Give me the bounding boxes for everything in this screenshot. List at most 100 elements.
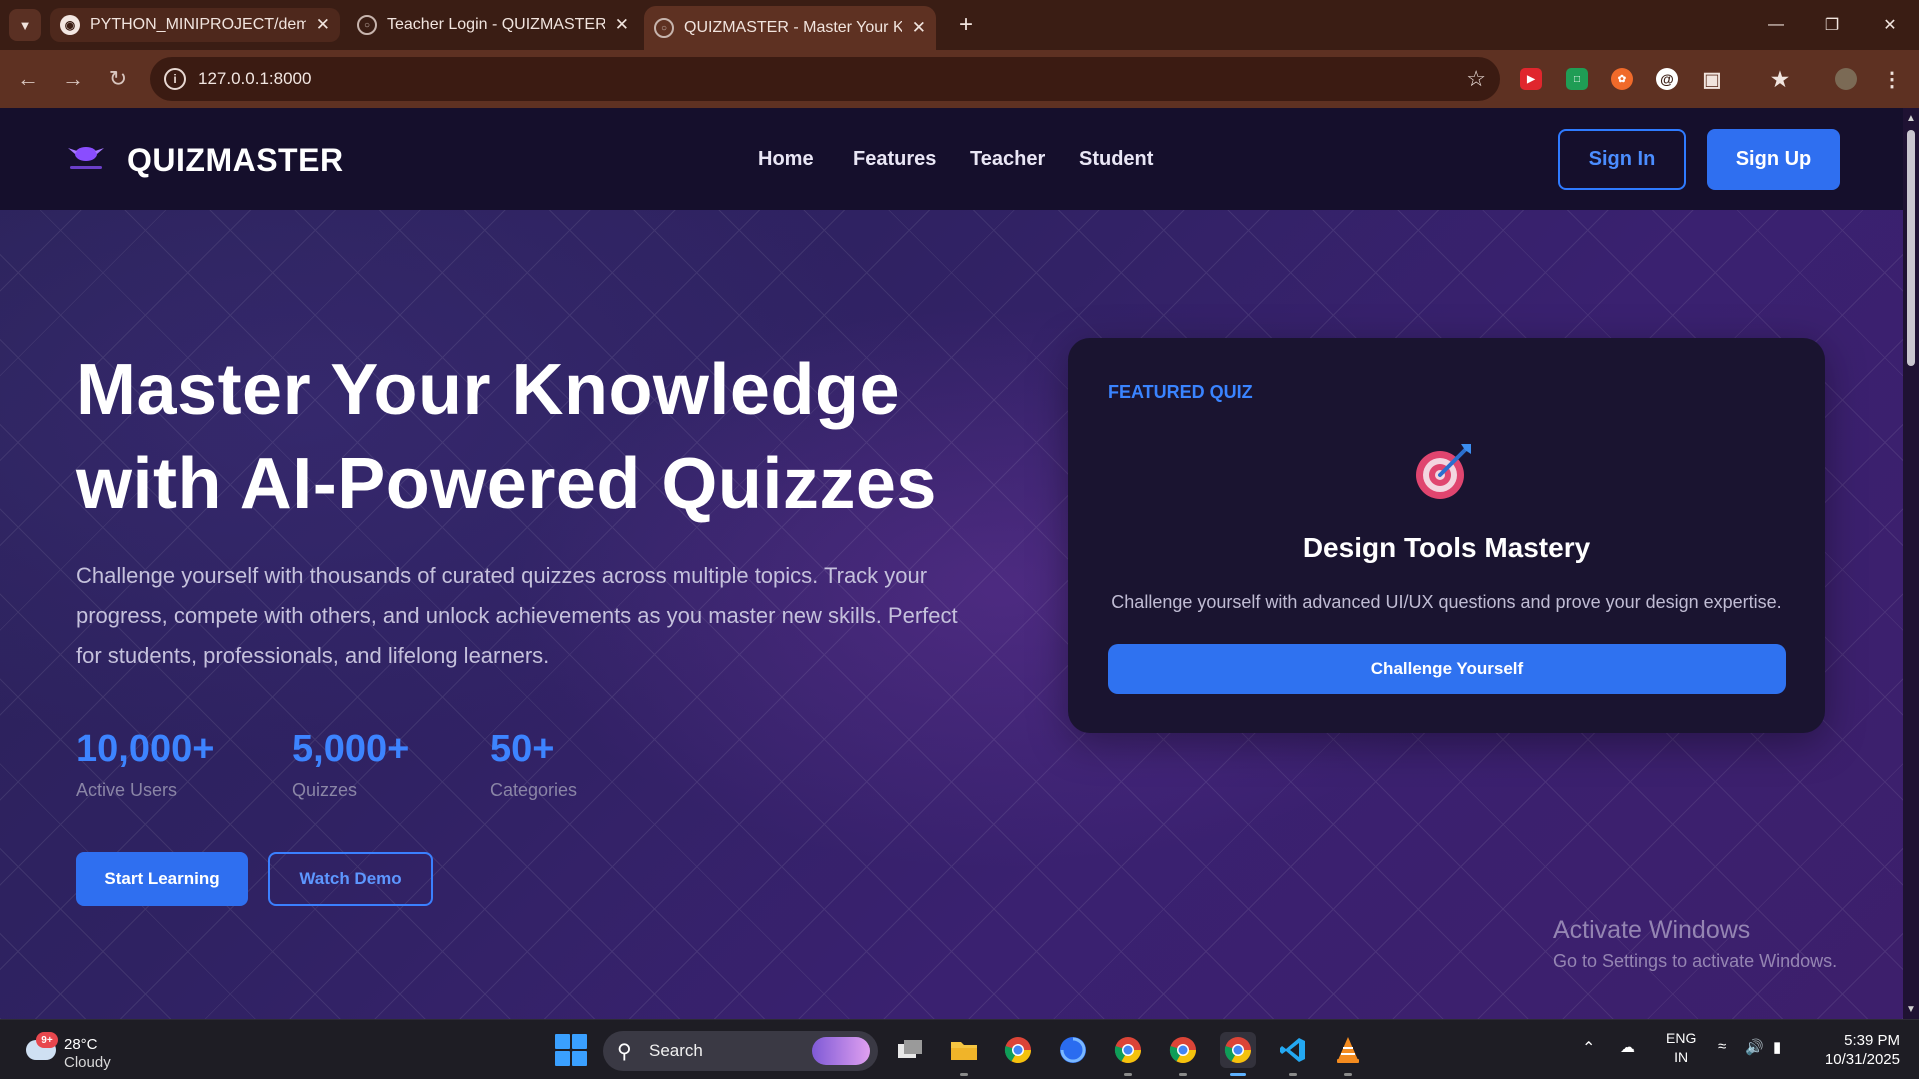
close-icon[interactable]: ✕ [615, 15, 629, 35]
scroll-down-icon[interactable]: ▼ [1903, 1001, 1919, 1017]
task-view-icon [898, 1040, 922, 1058]
language-indicator[interactable]: ENG IN [1666, 1029, 1696, 1067]
star-list-icon: ★ [1771, 68, 1789, 91]
vscode-button[interactable] [1275, 1032, 1311, 1076]
tab-search-button[interactable]: ▼ [9, 9, 41, 41]
hero-title-line2: with AI-Powered Quizzes [76, 444, 937, 524]
scroll-thumb[interactable] [1907, 130, 1915, 366]
address-bar[interactable]: i 127.0.0.1:8000 ☆ [150, 57, 1500, 101]
activate-windows-watermark: Activate Windows Go to Settings to activ… [1553, 916, 1837, 972]
forward-button[interactable]: → [57, 63, 89, 95]
sign-up-button[interactable]: Sign Up [1707, 129, 1840, 190]
profile-button[interactable] [1830, 63, 1862, 95]
task-view-button[interactable] [892, 1032, 928, 1068]
bulk-send-icon: □ [1566, 68, 1588, 90]
nav-student[interactable]: Student [1079, 148, 1153, 171]
extension-youtube[interactable]: ▶ [1515, 63, 1547, 95]
extension-bulk-send[interactable]: □ [1561, 63, 1593, 95]
site-info-icon[interactable]: i [164, 68, 186, 90]
firefox-icon [1060, 1037, 1086, 1063]
featured-quiz-card: FEATURED QUIZ Design Tools Mastery Chall… [1068, 338, 1825, 733]
start-learning-button[interactable]: Start Learning [76, 852, 248, 906]
brand-name[interactable]: QUIZMASTER [127, 142, 344, 179]
stat-value-users: 10,000+ [76, 728, 215, 770]
running-indicator [1344, 1073, 1352, 1076]
windows-logo-icon [572, 1051, 587, 1066]
target-icon [1416, 444, 1471, 499]
reload-icon: ↻ [108, 66, 128, 91]
taskbar-search[interactable]: ⚲ Search [603, 1031, 878, 1071]
hero-title: Master Your Knowledge with AI-Powered Qu… [76, 343, 976, 531]
battery-icon[interactable]: ▮ [1773, 1038, 1781, 1056]
chrome-button[interactable] [1000, 1032, 1036, 1068]
windows-logo-icon [555, 1034, 570, 1049]
start-button[interactable] [555, 1034, 587, 1066]
tab-github[interactable]: ◉ PYTHON_MINIPROJECT/demo_ ✕ [50, 8, 340, 42]
page-scrollbar[interactable]: ▲ ▼ [1903, 108, 1919, 1019]
close-icon[interactable]: ✕ [316, 15, 330, 35]
close-window-button[interactable]: ✕ [1862, 10, 1918, 40]
sign-in-button[interactable]: Sign In [1558, 129, 1686, 190]
extensions-button[interactable]: ▣ [1696, 63, 1728, 95]
onedrive-icon[interactable]: ☁ [1620, 1038, 1635, 1056]
extension-orange[interactable]: ✿ [1606, 63, 1638, 95]
url-text[interactable]: 127.0.0.1:8000 [198, 69, 311, 89]
chrome-profile-1-button[interactable] [1110, 1032, 1146, 1076]
show-hidden-icons-button[interactable]: ⌃ [1582, 1038, 1595, 1058]
search-highlight-icon [812, 1037, 870, 1065]
restore-button[interactable]: ❐ [1804, 10, 1860, 40]
reading-list-button[interactable]: ★ [1764, 63, 1796, 95]
menu-button[interactable]: ⋮ [1876, 63, 1908, 95]
watch-demo-button[interactable]: Watch Demo [268, 852, 433, 906]
featured-quiz-title: Design Tools Mastery [1302, 532, 1591, 563]
reload-button[interactable]: ↻ [102, 63, 134, 95]
at-sign-icon: @ [1656, 68, 1678, 90]
puzzle-icon: ▣ [1702, 68, 1722, 91]
tab-title: Teacher Login - QUIZMASTER [387, 16, 605, 33]
challenge-yourself-button[interactable]: Challenge Yourself [1108, 644, 1786, 694]
close-icon: ✕ [1883, 17, 1897, 34]
featured-quiz-tag: FEATURED QUIZ [1108, 382, 1253, 402]
weather-widget[interactable]: 9+ 28°C Cloudy [22, 1032, 182, 1072]
quizmaster-logo-icon[interactable] [62, 142, 110, 176]
bookmark-star-icon[interactable]: ☆ [1466, 66, 1486, 92]
language-region: IN [1674, 1049, 1689, 1065]
more-vertical-icon: ⋮ [1882, 68, 1902, 91]
clock-date: 10/31/2025 [1824, 1051, 1900, 1068]
file-explorer-button[interactable] [946, 1032, 982, 1076]
minimize-button[interactable]: — [1748, 10, 1804, 40]
running-indicator [1289, 1073, 1297, 1076]
notification-badge: 9+ [36, 1032, 58, 1048]
nav-home[interactable]: Home [758, 148, 814, 171]
close-icon[interactable]: ✕ [912, 18, 926, 38]
folder-icon [951, 1042, 977, 1060]
orange-extension-icon: ✿ [1611, 68, 1633, 90]
chrome-icon [1004, 1037, 1032, 1064]
extension-at[interactable]: @ [1651, 63, 1683, 95]
stat-label-categories: Categories [490, 780, 578, 800]
vlc-icon [1337, 1037, 1359, 1063]
minimize-icon: — [1768, 16, 1784, 33]
chrome-icon [1224, 1037, 1252, 1064]
chrome-profile-2-button[interactable] [1165, 1032, 1201, 1076]
chrome-active-button[interactable] [1220, 1032, 1256, 1076]
arrow-right-icon: → [62, 66, 84, 91]
restore-icon: ❐ [1824, 17, 1840, 34]
chevron-down-icon: ▼ [18, 17, 32, 33]
back-button[interactable]: ← [12, 63, 44, 95]
tab-quizmaster-active[interactable]: ○ QUIZMASTER - Master Your Kn ✕ [644, 6, 936, 50]
site-header: QUIZMASTER Home Features Teacher Student… [0, 108, 1903, 210]
search-icon: ⚲ [617, 1041, 632, 1063]
scroll-up-icon[interactable]: ▲ [1903, 110, 1919, 126]
new-tab-button[interactable]: + [950, 9, 982, 41]
volume-icon[interactable]: 🔊 [1745, 1038, 1764, 1056]
firefox-button[interactable] [1055, 1032, 1091, 1068]
nav-features[interactable]: Features [853, 148, 936, 171]
windows-taskbar: 9+ 28°C Cloudy ⚲ Search ⌃ ☁ ENG IN ≈ 🔊 ▮… [0, 1019, 1919, 1079]
system-clock[interactable]: 5:39 PM 10/31/2025 [1810, 1031, 1900, 1069]
nav-teacher[interactable]: Teacher [970, 148, 1045, 171]
search-label: Search [649, 1041, 703, 1060]
wifi-icon[interactable]: ≈ [1718, 1038, 1726, 1055]
vlc-button[interactable] [1330, 1032, 1366, 1076]
tab-teacher-login[interactable]: ○ Teacher Login - QUIZMASTER ✕ [347, 8, 639, 42]
